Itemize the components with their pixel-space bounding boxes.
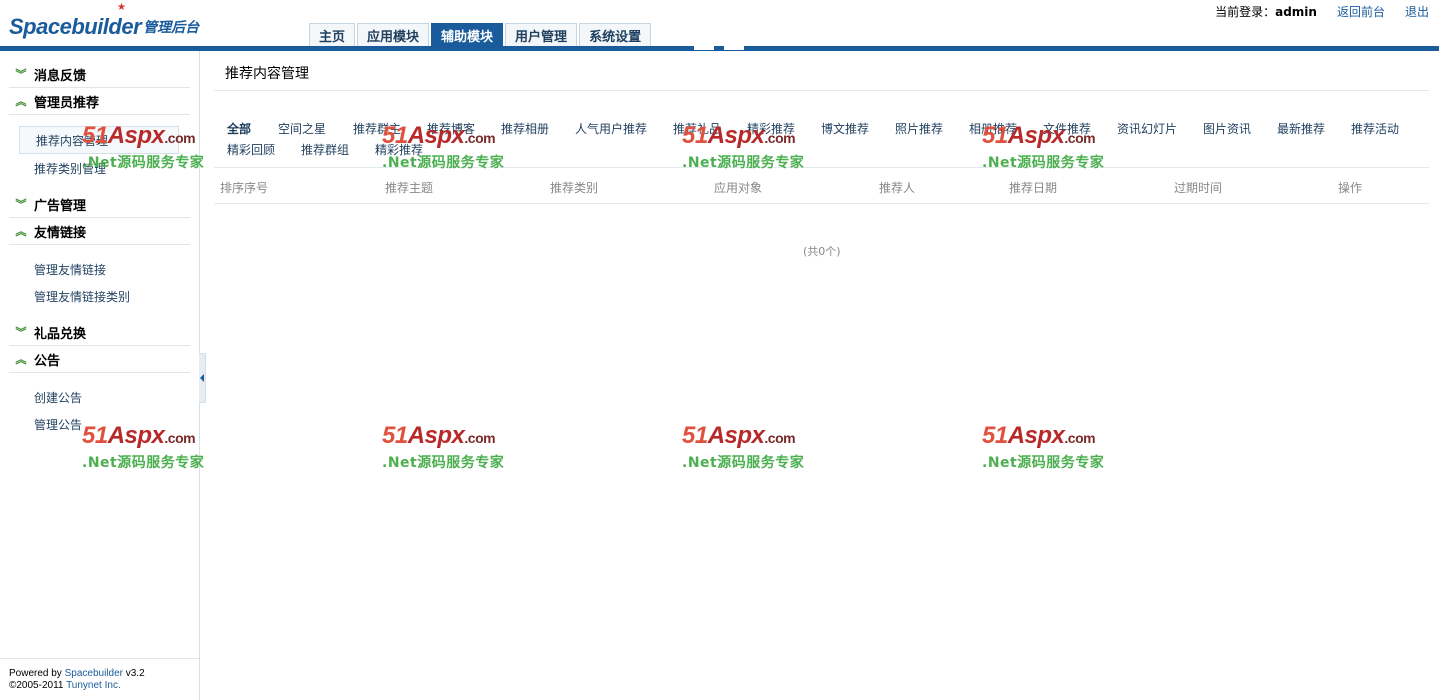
sidebar-section-links[interactable]: ︽ 友情链接 bbox=[9, 218, 190, 245]
watermark: 51Aspx.com .Net源码服务专家 bbox=[682, 422, 805, 472]
logo-subtitle: 管理后台 bbox=[143, 20, 200, 36]
grid-header-row: 排序序号 推荐主题 推荐类别 应用对象 推荐人 推荐日期 过期时间 操作 bbox=[214, 179, 1429, 203]
sidebar-item-manage-announcements[interactable]: 管理公告 bbox=[34, 416, 82, 433]
sidebar-footer: Powered by Spacebuilder v3.2 ©2005-2011 … bbox=[0, 658, 199, 700]
sidebar-item-manage-link-categories[interactable]: 管理友情链接类别 bbox=[34, 288, 130, 305]
column-header-subject[interactable]: 推荐主题 bbox=[385, 179, 433, 196]
sidebar-section-ads[interactable]: ︾ 广告管理 bbox=[9, 191, 190, 218]
filter-tab[interactable]: 相册推荐 bbox=[969, 120, 1017, 137]
filter-tab[interactable]: 空间之星 bbox=[278, 120, 326, 137]
divider bbox=[214, 90, 1429, 91]
tab-app-modules[interactable]: 应用模块 bbox=[357, 23, 430, 46]
brand-logo[interactable]: Spacebuilder ★ 管理后台 bbox=[9, 2, 200, 40]
sidebar-item-recommend-category[interactable]: 推荐类别管理 bbox=[34, 160, 106, 177]
sidebar-section-gifts[interactable]: ︾ 礼品兑换 bbox=[9, 319, 190, 346]
filter-tab[interactable]: 精彩推荐 bbox=[747, 120, 795, 137]
logo-star-icon: ★ bbox=[117, 2, 126, 13]
filter-tab[interactable]: 推荐博客 bbox=[427, 120, 475, 137]
sidebar-item-manage-links[interactable]: 管理友情链接 bbox=[34, 261, 106, 278]
sidebar-section-label: 管理员推荐 bbox=[34, 95, 100, 111]
tab-aux-modules[interactable]: 辅助模块 bbox=[431, 23, 504, 46]
sidebar-collapse-toggle[interactable] bbox=[199, 353, 206, 403]
filter-tab[interactable]: 人气用户推荐 bbox=[575, 120, 647, 137]
filter-tab[interactable]: 照片推荐 bbox=[895, 120, 943, 137]
column-header-date[interactable]: 推荐日期 bbox=[1009, 179, 1057, 196]
page-title: 推荐内容管理 bbox=[225, 66, 309, 82]
sidebar-item-create-announcement[interactable]: 创建公告 bbox=[34, 389, 82, 406]
company-link[interactable]: Tunynet Inc. bbox=[66, 680, 121, 691]
chevron-double-up-icon: ︽ bbox=[15, 94, 27, 108]
sidebar-section-label: 友情链接 bbox=[34, 225, 87, 241]
chevron-double-up-icon: ︽ bbox=[15, 352, 27, 366]
chevron-double-down-icon: ︾ bbox=[15, 325, 27, 339]
grid-header-rule bbox=[214, 203, 1429, 204]
filter-tab[interactable]: 最新推荐 bbox=[1277, 120, 1325, 137]
filter-tab[interactable]: 博文推荐 bbox=[821, 120, 869, 137]
filter-tab[interactable]: 推荐活动 bbox=[1351, 120, 1399, 137]
watermark: 51Aspx.com .Net源码服务专家 bbox=[382, 422, 505, 472]
main-nav: 主页 应用模块 辅助模块 用户管理 系统设置 bbox=[309, 23, 652, 46]
filter-tab[interactable]: 文件推荐 bbox=[1043, 120, 1091, 137]
active-tab-notch-center bbox=[714, 46, 724, 50]
column-header-target[interactable]: 应用对象 bbox=[714, 179, 762, 196]
filter-tabs: 全部 空间之星 推荐群主 推荐博客 推荐相册 人气用户推荐 推荐礼品 精彩推荐 … bbox=[227, 117, 1422, 157]
sidebar-section-admin-recommend[interactable]: ︽ 管理员推荐 bbox=[9, 88, 190, 115]
tab-system-settings[interactable]: 系统设置 bbox=[579, 23, 652, 46]
filter-tab[interactable]: 资讯幻灯片 bbox=[1117, 120, 1177, 137]
filter-tab[interactable]: 全部 bbox=[227, 120, 251, 137]
triangle-left-icon bbox=[200, 374, 204, 382]
sidebar-section-label: 公告 bbox=[34, 353, 61, 369]
filter-tab[interactable]: 精彩推荐 bbox=[375, 141, 423, 158]
sidebar: ︾ 消息反馈 ︽ 管理员推荐 推荐内容管理 推荐类别管理 ︾ 广告管理 ︽ 友情… bbox=[0, 51, 200, 700]
current-user: 当前登录：admin bbox=[1215, 5, 1317, 19]
column-header-order[interactable]: 排序序号 bbox=[220, 179, 268, 196]
column-header-category[interactable]: 推荐类别 bbox=[550, 179, 598, 196]
filter-tab[interactable]: 推荐群主 bbox=[353, 120, 401, 137]
column-header-recommender[interactable]: 推荐人 bbox=[879, 179, 915, 196]
grid-top-rule bbox=[214, 167, 1429, 168]
filter-tab[interactable]: 图片资讯 bbox=[1203, 120, 1251, 137]
logout-link[interactable]: 退出 bbox=[1405, 3, 1429, 20]
product-link[interactable]: Spacebuilder bbox=[65, 668, 123, 679]
empty-count: (共0个) bbox=[803, 245, 841, 258]
tab-home[interactable]: 主页 bbox=[309, 23, 356, 46]
sidebar-section-label: 消息反馈 bbox=[34, 68, 87, 84]
column-header-expire[interactable]: 过期时间 bbox=[1174, 179, 1222, 196]
chevron-double-up-icon: ︽ bbox=[15, 224, 27, 238]
sidebar-section-announcements[interactable]: ︽ 公告 bbox=[9, 346, 190, 373]
tab-user-management[interactable]: 用户管理 bbox=[505, 23, 578, 46]
chevron-double-down-icon: ︾ bbox=[15, 197, 27, 211]
back-to-front-link[interactable]: 返回前台 bbox=[1337, 3, 1385, 20]
filter-tab[interactable]: 推荐相册 bbox=[501, 120, 549, 137]
sidebar-section-feedback[interactable]: ︾ 消息反馈 bbox=[9, 61, 190, 88]
sidebar-section-label: 广告管理 bbox=[34, 198, 87, 214]
chevron-double-down-icon: ︾ bbox=[15, 67, 27, 81]
sidebar-section-label: 礼品兑换 bbox=[34, 326, 87, 342]
filter-tab[interactable]: 推荐群组 bbox=[301, 141, 349, 158]
column-header-actions: 操作 bbox=[1338, 181, 1363, 195]
sidebar-item-recommend-content[interactable]: 推荐内容管理 bbox=[19, 126, 179, 154]
watermark: 51Aspx.com .Net源码服务专家 bbox=[982, 422, 1105, 472]
header: Spacebuilder ★ 管理后台 当前登录：admin 返回前台 退出 主… bbox=[0, 0, 1439, 52]
filter-tab[interactable]: 推荐礼品 bbox=[673, 120, 721, 137]
top-links: 当前登录：admin 返回前台 退出 bbox=[1215, 3, 1429, 20]
filter-tab[interactable]: 精彩回顾 bbox=[227, 141, 275, 158]
logo-text: Spacebuilder bbox=[9, 14, 142, 39]
